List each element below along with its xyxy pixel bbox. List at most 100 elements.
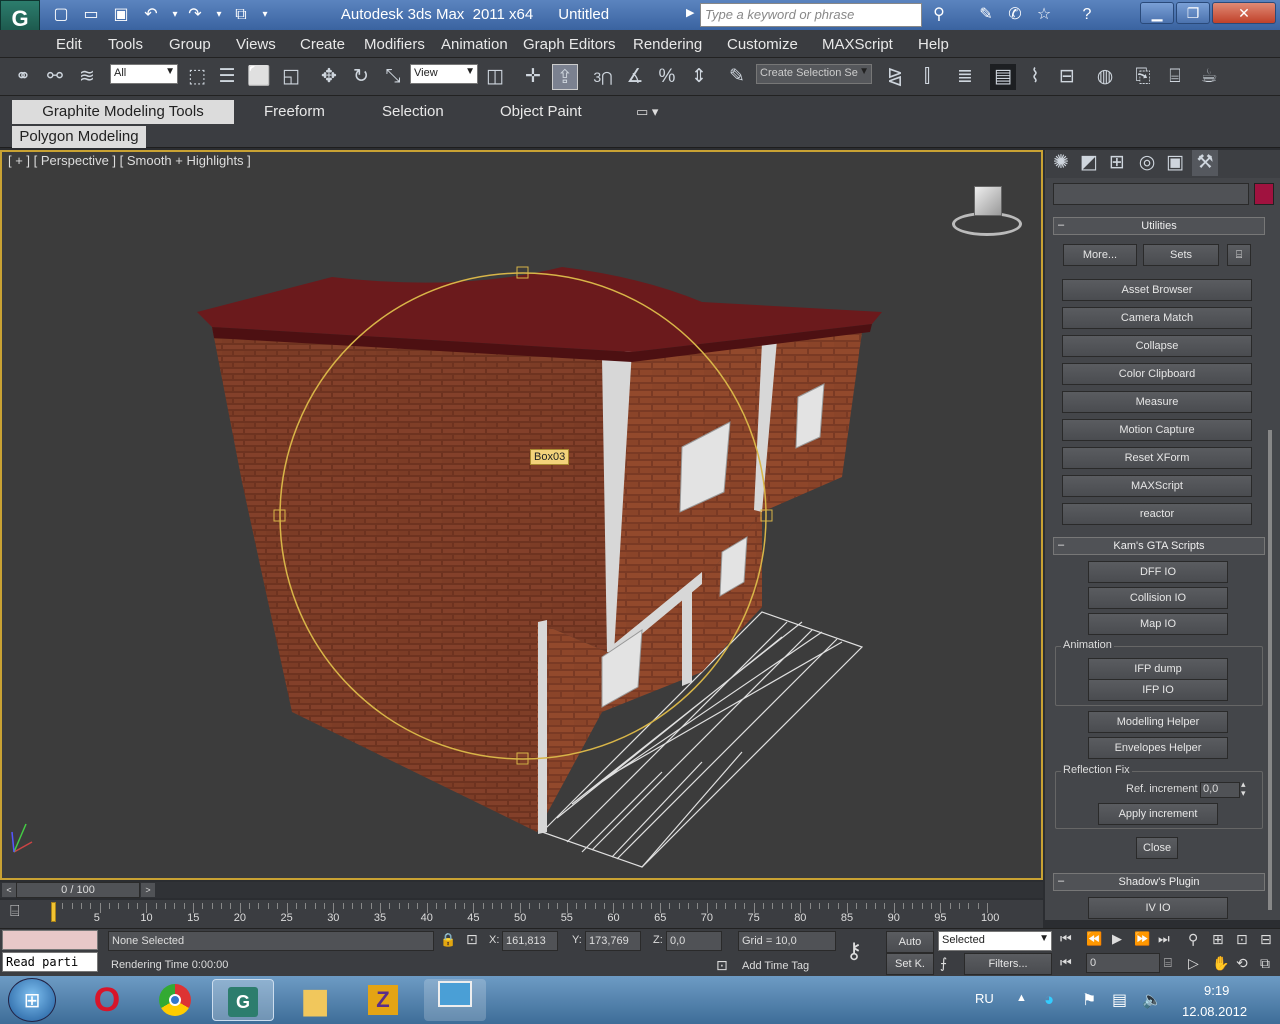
align-icon[interactable]: ⫿	[914, 64, 940, 90]
percent-snap-icon[interactable]: %	[654, 64, 680, 90]
modelling-helper-button[interactable]: Modelling Helper	[1088, 711, 1228, 733]
sets-button[interactable]: Sets	[1143, 244, 1219, 266]
perspective-viewport[interactable]	[0, 150, 1043, 880]
taskbar-photo-viewer-icon[interactable]	[424, 979, 486, 1021]
select-by-name-icon[interactable]: ☰	[214, 64, 240, 90]
auto-key-button[interactable]: Auto	[886, 931, 934, 953]
language-indicator[interactable]: RU	[975, 991, 994, 1006]
camera-match-button[interactable]: Camera Match	[1062, 307, 1252, 329]
menu-views[interactable]: Views	[236, 36, 276, 53]
open-file-icon[interactable]: ▭	[80, 4, 102, 26]
collision-io-button[interactable]: Collision IO	[1088, 587, 1228, 609]
bind-space-warp-icon[interactable]: ≋	[74, 64, 100, 90]
menu-edit[interactable]: Edit	[56, 36, 82, 53]
zoom-all-icon[interactable]: ⊞	[1212, 931, 1224, 948]
menu-animation[interactable]: Animation	[441, 36, 508, 53]
key-filter-select[interactable]: Selected	[938, 931, 1052, 951]
link-icon[interactable]: ⚭	[10, 64, 36, 90]
selection-filter-select[interactable]: All	[110, 64, 178, 84]
network-globe-icon[interactable]: ◕	[1044, 990, 1054, 1010]
reactor-button[interactable]: reactor	[1062, 503, 1252, 525]
search-arrow-icon[interactable]: ▶	[686, 6, 694, 19]
taskbar-zmodeler-icon[interactable]: Z	[352, 979, 414, 1021]
show-hidden-icons-icon[interactable]: ▲	[1016, 992, 1027, 1004]
schematic-view-icon[interactable]: ⊟	[1054, 64, 1080, 90]
measure-button[interactable]: Measure	[1062, 391, 1252, 413]
ifp-dump-button[interactable]: IFP dump	[1088, 658, 1228, 680]
action-center-flag-icon[interactable]: ⚑	[1082, 990, 1096, 1010]
render-setup-icon[interactable]: ⎘	[1130, 64, 1156, 90]
hierarchy-tab-icon[interactable]: ⊞	[1104, 150, 1130, 176]
ifp-io-button[interactable]: IFP IO	[1088, 679, 1228, 701]
motion-capture-button[interactable]: Motion Capture	[1062, 419, 1252, 441]
time-slider-thumb[interactable]: 0 / 100	[16, 882, 140, 898]
close-panel-button[interactable]: Close	[1136, 837, 1178, 859]
tab-object-paint[interactable]: Object Paint	[500, 101, 582, 123]
orbit-icon[interactable]: ⟲	[1236, 955, 1248, 972]
current-frame-input[interactable]: 0	[1086, 953, 1160, 973]
zoom-icon[interactable]: ⚲	[1188, 931, 1198, 948]
minimize-button[interactable]: ▁	[1140, 2, 1174, 24]
select-object-icon[interactable]: ⬚	[184, 64, 210, 90]
layer-manager-icon[interactable]: ≣	[952, 64, 978, 90]
motion-tab-icon[interactable]: ◎	[1134, 150, 1160, 176]
curve-editor-icon[interactable]: ⌇	[1022, 64, 1048, 90]
tab-freeform[interactable]: Freeform	[264, 101, 325, 123]
redo-icon[interactable]: ↷	[184, 4, 206, 26]
select-rotate-icon[interactable]: ↻	[348, 64, 374, 90]
start-button[interactable]: ⊞	[8, 978, 56, 1022]
rectangular-selection-icon[interactable]: ⬜	[246, 64, 272, 90]
maximize-button[interactable]: ❐	[1176, 2, 1210, 24]
next-frame-icon[interactable]: ⏩	[1134, 931, 1150, 947]
tab-graphite-modeling-tools[interactable]: Graphite Modeling Tools	[12, 100, 234, 124]
menu-create[interactable]: Create	[300, 36, 345, 53]
menu-modifiers[interactable]: Modifiers	[364, 36, 425, 53]
rendered-frame-icon[interactable]: ⌸	[1162, 64, 1188, 90]
x-coordinate-input[interactable]: 161,813	[502, 931, 558, 951]
maxscript-mini-listener[interactable]	[2, 930, 98, 950]
zoom-extents-icon[interactable]: ⊡	[1236, 931, 1248, 948]
spinner-snap-icon[interactable]: ⇕	[686, 64, 712, 90]
reference-coordinate-select[interactable]: View	[410, 64, 478, 84]
utilities-tab-icon[interactable]: ⚒	[1192, 150, 1218, 176]
search-input[interactable]: Type a keyword or phrase	[700, 3, 922, 27]
time-config-icon[interactable]: ⌸	[1164, 955, 1172, 971]
mirror-icon[interactable]: ⧎	[882, 64, 908, 90]
rollout-utilities[interactable]: – Utilities	[1053, 217, 1265, 235]
color-clipboard-button[interactable]: Color Clipboard	[1062, 363, 1252, 385]
ref-increment-spinner-icon[interactable]: ▴ ▾	[1241, 780, 1246, 798]
undo-icon[interactable]: ↶	[140, 4, 162, 26]
close-button[interactable]: ✕	[1212, 2, 1276, 24]
previous-frame-icon[interactable]: ⏪	[1086, 931, 1102, 947]
dff-io-button[interactable]: DFF IO	[1088, 561, 1228, 583]
set-key-button[interactable]: Set K.	[886, 953, 934, 975]
maximize-viewport-icon[interactable]: ⧉	[1260, 955, 1270, 972]
tab-polygon-modeling[interactable]: Polygon Modeling	[12, 126, 146, 148]
maxscript-button[interactable]: MAXScript	[1062, 475, 1252, 497]
iv-io-button[interactable]: IV IO	[1088, 897, 1228, 919]
select-scale-icon[interactable]: ⤡	[380, 64, 406, 90]
play-icon[interactable]: ▶	[1112, 931, 1122, 947]
render-production-icon[interactable]: ☕	[1196, 64, 1222, 90]
key-mode-icon[interactable]: ⏮	[1060, 955, 1072, 971]
menu-rendering[interactable]: Rendering	[633, 36, 702, 53]
menu-customize[interactable]: Customize	[727, 36, 798, 53]
snaps-toggle-icon[interactable]: 3⋂	[590, 64, 616, 90]
favorites-icon[interactable]: ☆	[1033, 4, 1055, 26]
save-file-icon[interactable]: ▣	[110, 4, 132, 26]
help-icon[interactable]: ?	[1076, 4, 1098, 26]
go-to-start-icon[interactable]: ⏮	[1060, 931, 1072, 947]
object-name-field[interactable]	[1053, 183, 1249, 205]
clock-date[interactable]: 12.08.2012	[1182, 1004, 1247, 1019]
more-button[interactable]: More...	[1063, 244, 1137, 266]
time-slider-track[interactable]	[0, 882, 1043, 898]
taskbar-chrome-icon[interactable]	[144, 979, 206, 1021]
edit-named-selection-icon[interactable]: ✎	[724, 64, 750, 90]
create-tab-icon[interactable]: ✺	[1048, 150, 1074, 176]
pivot-center-icon[interactable]: ◫	[482, 64, 508, 90]
maxscript-output-field[interactable]: Read parti	[2, 952, 98, 972]
ribbon-options-icon[interactable]: ▭ ▾	[636, 104, 658, 120]
apply-increment-button[interactable]: Apply increment	[1098, 803, 1218, 825]
command-panel-scrollbar[interactable]	[1268, 430, 1272, 910]
taskbar-explorer-icon[interactable]: ▆	[284, 979, 346, 1021]
